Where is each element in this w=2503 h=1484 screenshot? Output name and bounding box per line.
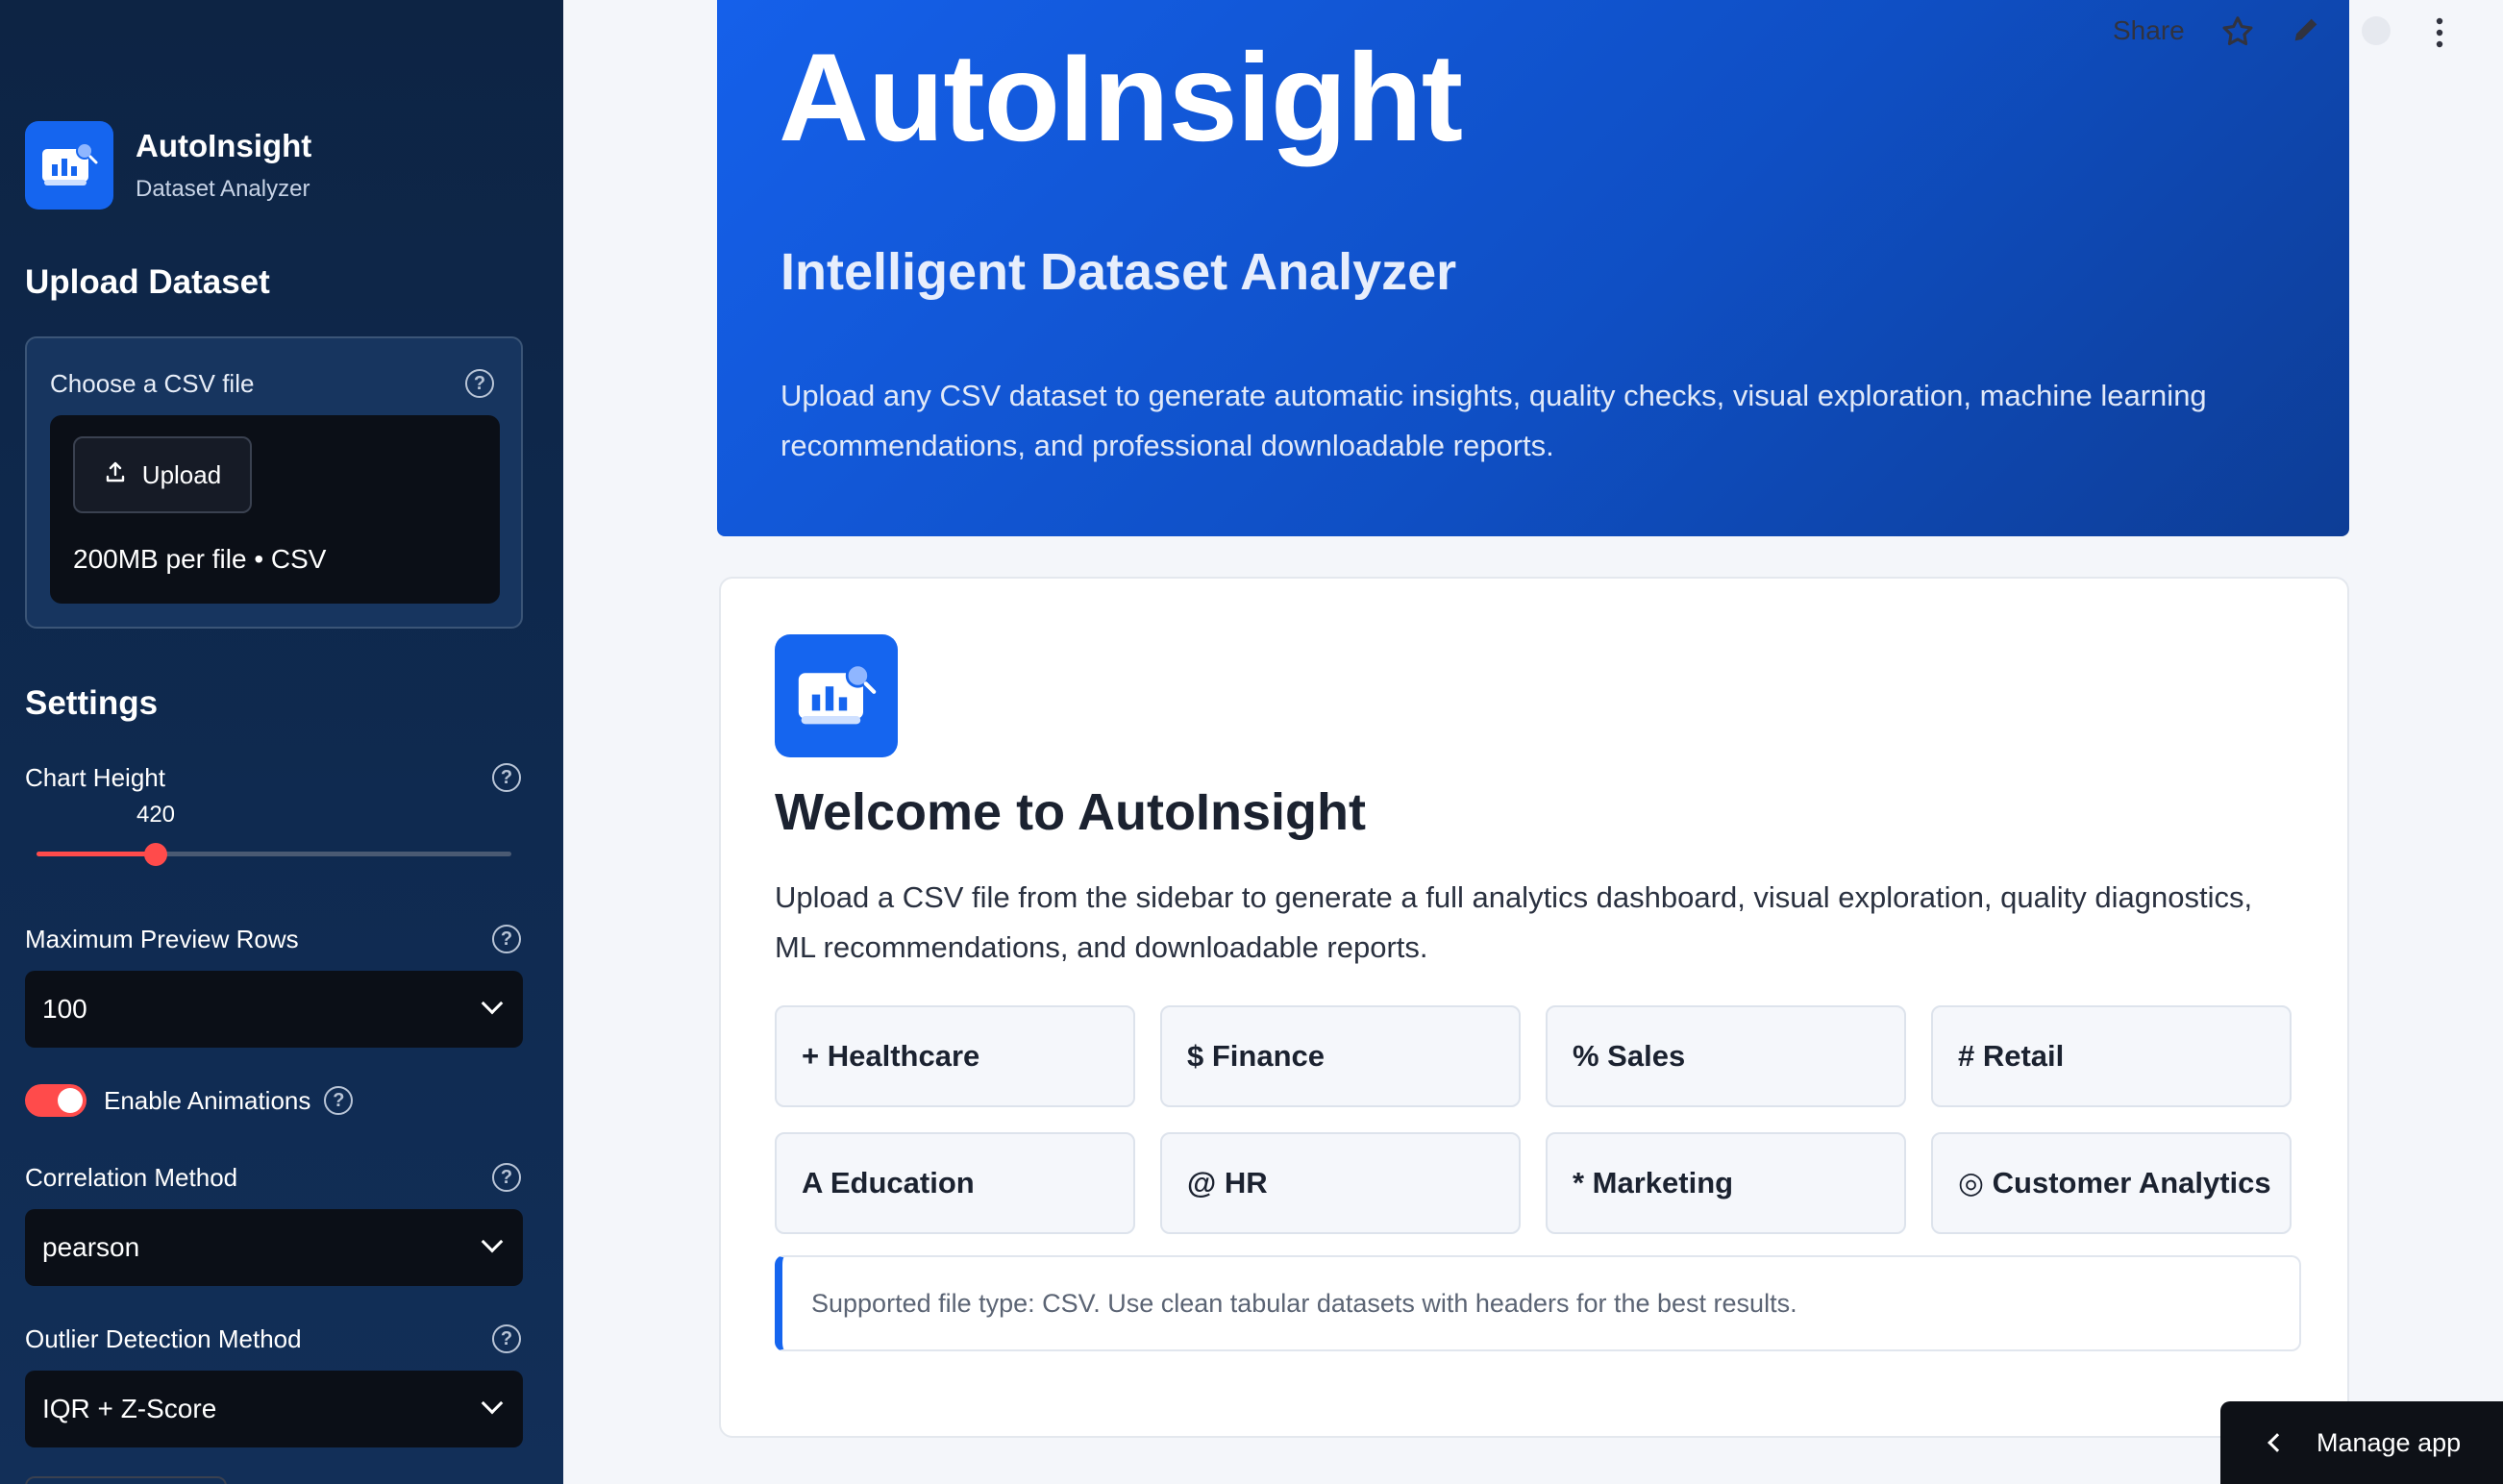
hero-description: Upload any CSV dataset to generate autom… [781, 379, 2207, 462]
manage-app-button[interactable]: Manage app [2220, 1401, 2503, 1484]
upload-button[interactable]: Upload [73, 436, 252, 513]
welcome-card: Welcome to AutoInsight Upload a CSV file… [719, 577, 2349, 1438]
brand-name: AutoInsight [136, 128, 312, 163]
file-uploader: Choose a CSV file ? Upload 200MB per fil… [25, 336, 523, 629]
uploader-label: Choose a CSV file [50, 369, 255, 398]
help-icon[interactable]: ? [492, 763, 521, 792]
outlier-label: Outlier Detection Method [25, 1324, 302, 1353]
animations-label: Enable Animations [104, 1085, 311, 1115]
chart-height-value: 420 [136, 802, 176, 828]
chip-marketing[interactable]: * Marketing [1546, 1132, 1906, 1234]
chart-height-slider[interactable] [37, 840, 511, 869]
brand-subtitle: Dataset Analyzer [136, 176, 310, 202]
upload-dropzone[interactable]: Upload 200MB per file • CSV [50, 415, 500, 604]
sidebar-brand: AutoInsight Dataset Analyzer [25, 121, 311, 210]
chip-retail[interactable]: # Retail [1931, 1005, 2292, 1107]
supported-file-note: Supported file type: CSV. Use clean tabu… [775, 1255, 2301, 1351]
chip-customer-analytics[interactable]: ◎ Customer Analytics [1931, 1132, 2292, 1234]
max-preview-rows-value: 100 [42, 994, 87, 1024]
app-logo-icon [775, 634, 898, 757]
pencil-icon[interactable] [2290, 13, 2328, 52]
sidebar-button-partial[interactable] [25, 1476, 227, 1484]
outlier-select[interactable]: IQR + Z-Score [25, 1371, 523, 1447]
hero-title: AutoInsight [779, 27, 1463, 167]
chevron-down-icon [481, 1392, 504, 1415]
welcome-description: Upload a CSV file from the sidebar to ge… [775, 880, 2253, 964]
help-icon[interactable]: ? [465, 369, 494, 398]
correlation-select[interactable]: pearson [25, 1209, 523, 1286]
correlation-label: Correlation Method [25, 1163, 238, 1192]
chevron-down-icon [481, 992, 504, 1015]
slider-fill [37, 852, 156, 856]
app-logo-icon [25, 121, 113, 210]
outlier-value: IQR + Z-Score [42, 1394, 217, 1423]
share-button[interactable]: Share [2113, 15, 2185, 46]
hero-subtitle: Intelligent Dataset Analyzer [781, 243, 1457, 301]
sidebar: AutoInsight Dataset Analyzer Upload Data… [0, 0, 563, 1484]
domain-chips: + Healthcare $ Finance % Sales # Retail … [775, 1005, 2301, 1234]
github-icon[interactable] [2359, 13, 2397, 52]
chip-education[interactable]: A Education [775, 1132, 1135, 1234]
chevron-left-icon [2268, 1433, 2287, 1452]
correlation-value: pearson [42, 1232, 140, 1262]
star-icon[interactable] [2219, 13, 2258, 52]
chip-sales[interactable]: % Sales [1546, 1005, 1906, 1107]
animations-toggle-row: Enable Animations ? [25, 1084, 354, 1117]
chevron-down-icon [481, 1230, 504, 1253]
animations-toggle[interactable] [25, 1084, 87, 1117]
upload-heading: Upload Dataset [25, 263, 270, 301]
upload-icon [104, 460, 127, 490]
chip-hr[interactable]: @ HR [1160, 1132, 1521, 1234]
max-preview-rows-label: Maximum Preview Rows [25, 925, 299, 953]
hero-banner: AutoInsight Intelligent Dataset Analyzer… [717, 0, 2349, 536]
help-icon[interactable]: ? [492, 925, 521, 953]
help-icon[interactable]: ? [492, 1324, 521, 1353]
settings-heading: Settings [25, 684, 159, 722]
more-vertical-icon[interactable] [2428, 13, 2451, 52]
manage-app-label: Manage app [2317, 1427, 2462, 1457]
upload-button-label: Upload [141, 459, 222, 489]
max-preview-rows-select[interactable]: 100 [25, 971, 523, 1048]
chip-healthcare[interactable]: + Healthcare [775, 1005, 1135, 1107]
help-icon[interactable]: ? [324, 1086, 354, 1115]
chip-finance[interactable]: $ Finance [1160, 1005, 1521, 1107]
chart-height-label: Chart Height [25, 763, 165, 792]
welcome-title: Welcome to AutoInsight [775, 783, 1366, 841]
upload-limits: 200MB per file • CSV [73, 544, 327, 574]
slider-thumb[interactable] [144, 843, 167, 866]
help-icon[interactable]: ? [492, 1163, 521, 1192]
